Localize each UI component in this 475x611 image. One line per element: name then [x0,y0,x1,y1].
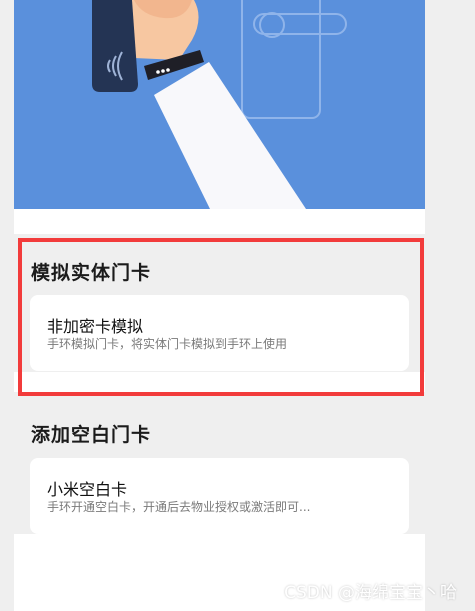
card-title: 小米空白卡 [47,480,128,499]
section-emulate-card: 模拟实体门卡 非加密卡模拟 手环模拟门卡，将实体门卡模拟到手环上使用 [14,258,425,371]
card-unencrypted-emulation[interactable]: 非加密卡模拟 手环模拟门卡，将实体门卡模拟到手环上使用 [30,295,409,371]
section-blank-card: 添加空白门卡 小米空白卡 手环开通空白卡，开通后去物业授权或激活即可... [14,420,425,534]
card-subtitle: 手环模拟门卡，将实体门卡模拟到手环上使用 [47,337,288,351]
door-card-shape [92,0,138,92]
card-subtitle: 手环开通空白卡，开通后去物业授权或激活即可... [47,500,311,514]
section-title: 添加空白门卡 [31,424,152,446]
hero-bottom-spacer [14,209,425,234]
section-title: 模拟实体门卡 [31,262,152,284]
watermark-text: CSDN @海绵宝宝丶哈 [284,583,457,603]
section-divider [14,372,425,392]
door-lock-icon [241,0,347,119]
card-xiaomi-blank[interactable]: 小米空白卡 手环开通空白卡，开通后去物业授权或激活即可... [30,458,409,534]
sleeve-shape [154,62,306,209]
door-card-illustration [92,0,347,209]
card-title: 非加密卡模拟 [47,317,144,336]
screen: 模拟实体门卡 非加密卡模拟 手环模拟门卡，将实体门卡模拟到手环上使用 添加空白门… [0,0,475,611]
hero-illustration [14,0,425,209]
